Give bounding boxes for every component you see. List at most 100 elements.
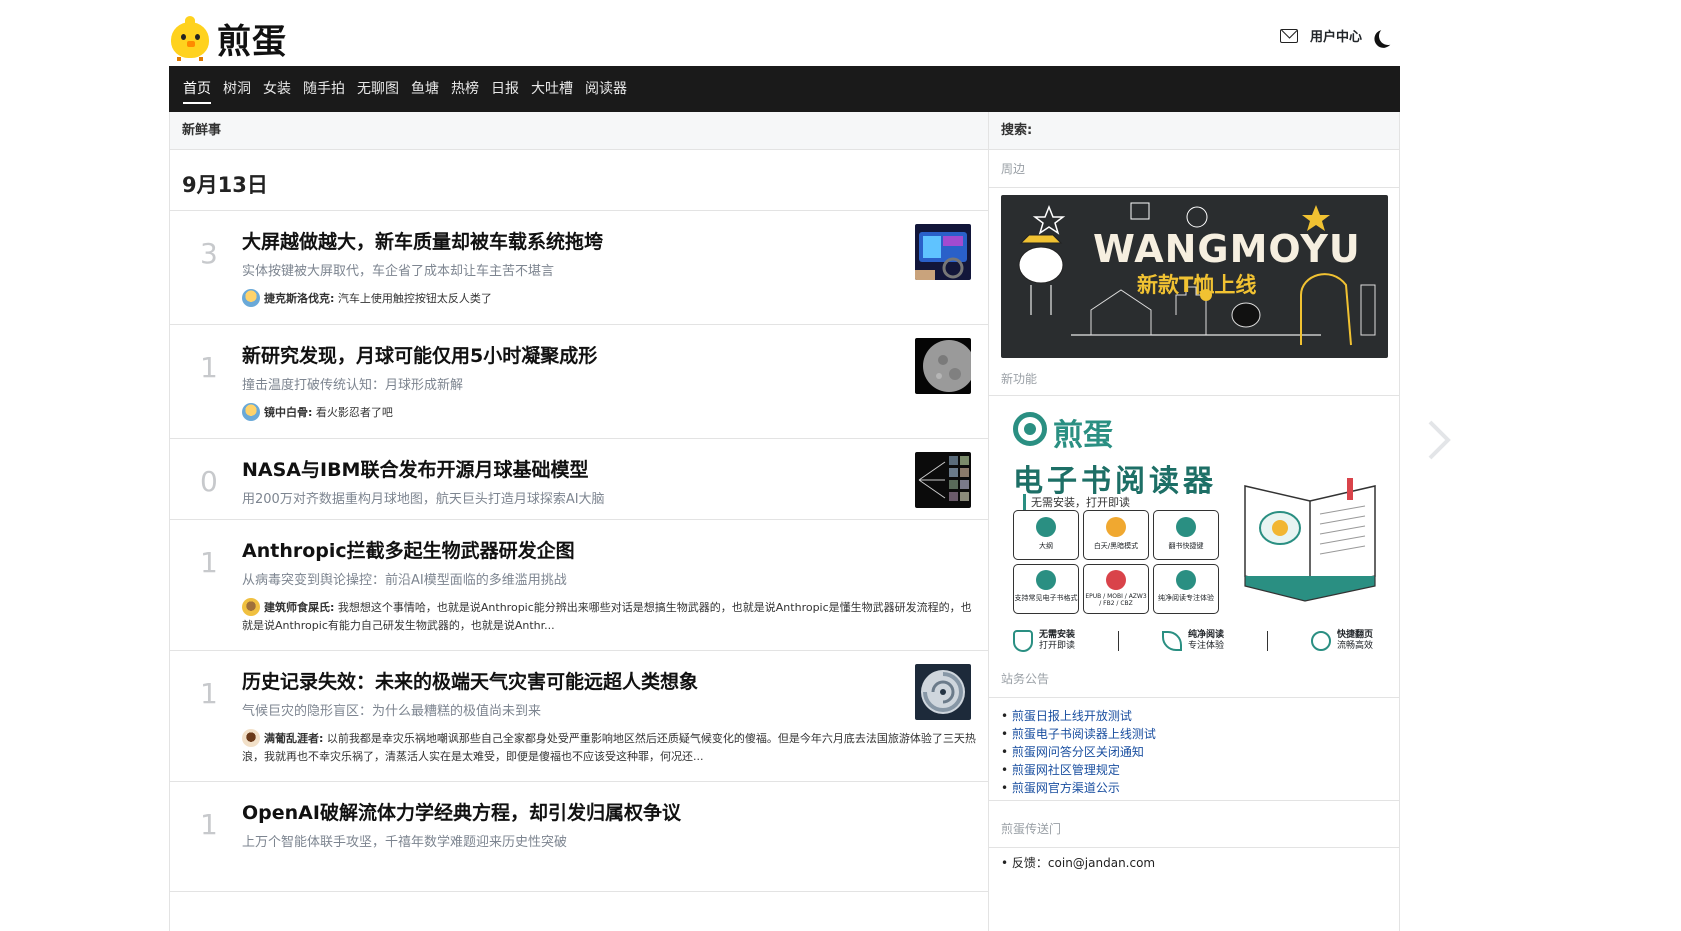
avatar bbox=[242, 289, 260, 307]
announcement-item[interactable]: • 煎蛋网官方渠道公示 bbox=[1001, 779, 1387, 797]
news-title[interactable]: OpenAI破解流体力学经典方程，却引发归属权争议 bbox=[242, 798, 681, 825]
logo-text: 煎蛋 bbox=[217, 22, 287, 62]
news-thumbnail[interactable] bbox=[915, 452, 971, 508]
announcement-list: • 煎蛋日报上线开放测试 • 煎蛋电子书阅读器上线测试 • 煎蛋网问答分区关闭通… bbox=[989, 701, 1399, 803]
new-feature-label: 新功能 bbox=[1001, 372, 1038, 386]
footer-item: 纯净阅读 专注体验 bbox=[1161, 630, 1224, 652]
news-title[interactable]: 新研究发现，月球可能仅用5小时凝聚成形 bbox=[242, 341, 597, 368]
site-logo[interactable]: 煎蛋 bbox=[169, 14, 287, 63]
feature-grid: 大纲 白天/黑暗模式 翻书快捷键 支持常见电子书格式 EPUB / MOBI /… bbox=[1013, 510, 1223, 614]
nav-item-ootd[interactable]: 女装 bbox=[257, 66, 297, 112]
periphery-label: 周边 bbox=[989, 150, 1399, 188]
announcement-item[interactable]: • 煎蛋电子书阅读器上线测试 bbox=[1001, 725, 1387, 743]
news-item[interactable]: 1 新研究发现，月球可能仅用5小时凝聚成形 撞击温度打破传统认知：月球形成新解 … bbox=[170, 325, 988, 439]
nav-item-home[interactable]: 首页 bbox=[177, 66, 217, 112]
shield-icon bbox=[1013, 630, 1033, 652]
news-thumbnail[interactable] bbox=[915, 338, 971, 394]
nav-item-hot[interactable]: 热榜 bbox=[445, 66, 485, 112]
feature-formats: 支持常见电子书格式 bbox=[1013, 564, 1079, 614]
merch-banner[interactable]: WANGMOYU 新款T恤上线 bbox=[1001, 195, 1388, 358]
sun-moon-icon bbox=[1106, 517, 1126, 537]
comment-user[interactable]: 捷克斯洛伐克: bbox=[264, 292, 334, 305]
comment-user[interactable]: 满葡乱涯者: bbox=[264, 732, 323, 745]
sidebar: 搜索: 周边 WANGMOYU 新款T恤上线 新功能 煎蛋 电子书阅读器 无需安 bbox=[989, 112, 1400, 931]
fast-forward-icon bbox=[1310, 631, 1331, 651]
chick-logo-icon bbox=[169, 15, 211, 62]
feature-hotkeys: 翻书快捷键 bbox=[1153, 510, 1219, 560]
top-comment: 满葡乱涯者: 以前我都是幸灾乐祸地嘲讽那些自己全家都身处受严重影响地区然后还质疑… bbox=[242, 729, 982, 766]
comment-count: 1 bbox=[200, 677, 218, 710]
reader-banner[interactable]: 煎蛋 电子书阅读器 无需安装，打开即读 大纲 白天/黑暗模式 翻书快捷键 支持常… bbox=[989, 395, 1399, 663]
top-bar: 煎蛋 用户中心 bbox=[169, 0, 1400, 66]
comment-text: 汽车上使用触控按钮太反人类了 bbox=[337, 292, 492, 305]
leaf-icon bbox=[1176, 570, 1196, 590]
keyboard-icon bbox=[1176, 517, 1196, 537]
nav-item-roast[interactable]: 大吐槽 bbox=[525, 66, 579, 112]
user-center-link[interactable]: 用户中心 bbox=[1310, 26, 1362, 45]
news-subtitle: 从病毒突变到舆论操控：前沿AI模型面临的多维滥用挑战 bbox=[242, 573, 567, 588]
comment-count: 1 bbox=[200, 351, 218, 384]
comment-user[interactable]: 建筑师食屎氏: bbox=[264, 601, 334, 614]
avatar bbox=[242, 729, 260, 747]
portal-feedback[interactable]: • 反馈：coin@jandan.com bbox=[1001, 854, 1155, 871]
news-item[interactable]: 0 NASA与IBM联合发布开源月球基础模型 用200万对齐数据重构月球地图，航… bbox=[170, 439, 988, 520]
dark-mode-icon[interactable] bbox=[1378, 25, 1399, 46]
feature-ebook-types: EPUB / MOBI / AZW3 / FB2 / CBZ bbox=[1083, 564, 1149, 614]
reader-footer: 无需安装 打开即读 纯净阅读 专注体验 快捷翻页 流畅高效 bbox=[1013, 626, 1373, 656]
nav-item-daily[interactable]: 日报 bbox=[485, 66, 525, 112]
comment-count: 0 bbox=[200, 465, 218, 498]
news-subtitle: 气候巨灾的隐形盲区：为什么最糟糕的极值尚未到来 bbox=[242, 704, 542, 719]
next-arrow-icon[interactable] bbox=[1426, 418, 1452, 462]
comment-user[interactable]: 镜中白骨: bbox=[264, 406, 312, 419]
nav-item-reader[interactable]: 阅读器 bbox=[579, 66, 633, 112]
nav-item-snapshots[interactable]: 随手拍 bbox=[297, 66, 351, 112]
merch-tagline: 新款T恤上线 bbox=[1137, 273, 1257, 297]
news-subtitle: 撞击温度打破传统认知：月球形成新解 bbox=[242, 378, 464, 393]
feature-outline: 大纲 bbox=[1013, 510, 1079, 560]
footer-item: 快捷翻页 流畅高效 bbox=[1310, 630, 1373, 652]
news-thumbnail[interactable] bbox=[915, 224, 971, 280]
top-comment: 建筑师食屎氏: 我想想这个事情哈，也就是说Anthropic能分辨出来哪些对话是… bbox=[242, 598, 982, 635]
news-item[interactable]: 1 Anthropic拦截多起生物武器研发企图 从病毒突变到舆论操控：前沿AI模… bbox=[170, 520, 988, 651]
news-title[interactable]: Anthropic拦截多起生物武器研发企图 bbox=[242, 536, 575, 563]
comment-text: 看火影忍者了吧 bbox=[315, 406, 393, 419]
comment-text: 我想想这个事情哈，也就是说Anthropic能分辨出来哪些对话是想搞生物武器的，… bbox=[242, 601, 972, 632]
mail-icon[interactable] bbox=[1279, 28, 1298, 43]
reader-subtitle: 无需安装，打开即读 bbox=[1023, 494, 1130, 510]
nav-item-treehole[interactable]: 树洞 bbox=[217, 66, 257, 112]
reader-brand: 煎蛋 bbox=[1053, 418, 1113, 453]
news-subtitle: 上万个智能体联手攻坚，千禧年数学难题迎来历史性突破 bbox=[242, 835, 568, 850]
news-column: 新鲜事 9月13日 3 大屏越做越大，新车质量却被车载系统拖垮 实体按键被大屏取… bbox=[169, 112, 989, 931]
date-heading: 9月13日 bbox=[170, 150, 988, 211]
news-title[interactable]: NASA与IBM联合发布开源月球基础模型 bbox=[242, 455, 588, 482]
nav-item-pics[interactable]: 无聊图 bbox=[351, 66, 405, 112]
comment-text: 以前我都是幸灾乐祸地嘲讽那些自己全家都身处受严重影响地区然后还质疑气候变化的傻福… bbox=[242, 732, 976, 763]
nav-item-fishpond[interactable]: 鱼塘 bbox=[405, 66, 445, 112]
news-thumbnail[interactable] bbox=[915, 664, 971, 720]
portal-label: 煎蛋传送门 bbox=[989, 810, 1399, 848]
comment-count: 3 bbox=[200, 237, 218, 270]
top-comment: 捷克斯洛伐克: 汽车上使用触控按钮太反人类了 bbox=[242, 289, 982, 308]
announcement-item[interactable]: • 煎蛋网问答分区关闭通知 bbox=[1001, 743, 1387, 761]
news-item[interactable]: 1 历史记录失效：未来的极端天气灾害可能远超人类想象 气候巨灾的隐形盲区：为什么… bbox=[170, 651, 988, 782]
header-actions: 用户中心 bbox=[1279, 26, 1392, 45]
open-book-illustration bbox=[1244, 478, 1376, 602]
search-label: 搜索: bbox=[989, 112, 1399, 150]
announcement-item[interactable]: • 煎蛋日报上线开放测试 bbox=[1001, 707, 1387, 725]
feature-dark-mode: 白天/黑暗模式 bbox=[1083, 510, 1149, 560]
announce-label: 站务公告 bbox=[989, 660, 1399, 698]
news-item[interactable]: 1 OpenAI破解流体力学经典方程，却引发归属权争议 上万个智能体联手攻坚，千… bbox=[170, 782, 988, 892]
feature-pure-reading: 纯净阅读专注体验 bbox=[1153, 564, 1219, 614]
avatar bbox=[242, 403, 260, 421]
news-title[interactable]: 历史记录失效：未来的极端天气灾害可能远超人类想象 bbox=[242, 667, 698, 694]
footer-item: 无需安装 打开即读 bbox=[1013, 630, 1075, 652]
book-file-icon bbox=[1106, 570, 1126, 590]
news-title[interactable]: 大屏越做越大，新车质量却被车载系统拖垮 bbox=[242, 227, 603, 254]
news-subtitle: 实体按键被大屏取代，车企省了成本却让车主苦不堪言 bbox=[242, 264, 555, 279]
news-item[interactable]: 3 大屏越做越大，新车质量却被车载系统拖垮 实体按键被大屏取代，车企省了成本却让… bbox=[170, 211, 988, 325]
announcement-item[interactable]: • 煎蛋网社区管理规定 bbox=[1001, 761, 1387, 779]
comment-count: 1 bbox=[200, 808, 218, 841]
section-title: 新鲜事 bbox=[170, 112, 988, 150]
egg-icon bbox=[1013, 412, 1047, 446]
file-icon bbox=[1036, 570, 1056, 590]
